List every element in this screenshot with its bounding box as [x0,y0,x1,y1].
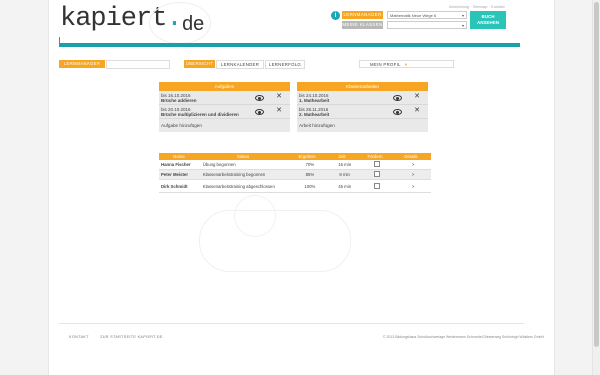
aufgaben-title: Aufgaben [159,82,290,91]
close-icon[interactable]: ✕ [414,93,420,100]
page: kapiert.de Abmeldung · Sitemap · Kontakt… [48,0,555,375]
eye-icon[interactable] [255,95,264,101]
tab-spacer [106,60,170,69]
foerdern-checkbox[interactable] [374,182,381,189]
close-icon[interactable]: ✕ [276,93,282,100]
foerdern-cell [360,182,396,190]
klassenarbeiten-panel: Klassenarbeiten bis 24.10.2016 1. Mathea… [297,82,428,132]
lernmanager-button[interactable]: LERNMANAGER [342,11,383,19]
students-table: Name Status Ergebnis Zeit Fördern Detail… [159,153,431,193]
chevron-down-icon: ▾ [461,13,464,18]
tab-lernerfolg[interactable]: LERNERFOLG [265,60,305,69]
book-select[interactable]: Mathematik Neue Wege 6 ▾ [387,11,467,19]
details-link[interactable]: > [395,172,431,177]
aufgaben-panel: Aufgaben bis 16.10.2016 Brüche addieren … [159,82,290,132]
table-row: Hanna Fischer Übung begonnen 70% 16 min … [159,160,431,170]
student-status: Übung begonnen [202,162,236,167]
close-icon[interactable]: ✕ [414,107,420,114]
page-scrollbar[interactable] [592,0,600,375]
klassenarbeiten-title: Klassenarbeiten [297,82,428,91]
eye-icon[interactable] [393,95,402,101]
startseite-link[interactable]: ZUR STARTSEITE KAPIERT.DE [100,335,163,339]
background-watermark [234,195,276,237]
klassenarbeit-title: 2. Mathearbeit [299,112,330,117]
eye-icon[interactable] [393,109,402,115]
aufgabe-hinzufuegen-link[interactable]: Aufgabe hinzufügen [159,119,290,132]
kontakt-link[interactable]: KONTAKT [69,335,89,339]
chevron-down-icon: ▾ [404,62,408,67]
foerdern-cell [360,171,396,178]
aufgabe-item[interactable]: bis 20.10.2016 Brüche multiplizieren und… [159,105,290,119]
logo-swirl-decoration [149,2,211,44]
close-icon[interactable]: ✕ [276,107,282,114]
tab-lernkalender[interactable]: LERNKALENDER [216,60,264,69]
meine-klassen-button[interactable]: MEINE KLASSEN [342,21,383,29]
top-links[interactable]: Abmeldung · Sitemap · Kontakt [449,4,505,9]
tab-mein-profil[interactable]: MEIN PROFIL ▾ [359,60,454,68]
footer-links: KONTAKT ZUR STARTSEITE KAPIERT.DE [69,335,173,339]
tab-uebersicht[interactable]: ÜBERSICHT [184,60,215,68]
foerdern-cell [360,161,396,168]
student-time: 16 min [338,162,352,167]
klassenarbeit-title: 1. Mathearbeit [299,98,330,103]
buch-ansehen-button[interactable]: BUCH ANSEHEN [470,11,506,29]
student-result: 70% [305,162,315,167]
table-header: Name Status Ergebnis Zeit Fördern Detail… [159,153,431,160]
details-link[interactable]: > [395,184,431,189]
klassenarbeit-item[interactable]: bis 28.11.2016 2. Mathearbeit ✕ [297,105,428,119]
klassenarbeit-item[interactable]: bis 24.10.2016 1. Mathearbeit ✕ [297,91,428,105]
header-ergebnis[interactable]: Ergebnis [287,153,327,160]
class-select[interactable]: ▾ [387,21,467,29]
student-name: Dirk Schmidt [161,183,188,189]
copyright: © 2013 Bildungshaus Schulbuchverlage Wes… [382,335,544,339]
student-time: 45 min [338,183,352,189]
table-row: Peter Meister Klassenarbeitstraining beg… [159,170,431,180]
tab-mein-profil-label: MEIN PROFIL [370,62,401,67]
info-icon[interactable]: i [331,11,340,20]
student-result: 100% [304,183,316,189]
header-foerdern[interactable]: Fördern [357,153,393,160]
student-result: 85% [305,172,315,177]
student-time: 8 min [339,172,350,177]
footer-divider [59,323,524,324]
tab-lernmanager[interactable]: LERNMANAGER [59,60,105,68]
header-zeit[interactable]: Zeit [327,153,357,160]
eye-icon[interactable] [255,109,264,115]
student-status: Klassenarbeitstraining begonnen [202,172,266,177]
header-status[interactable]: Status [199,153,287,160]
foerdern-checkbox[interactable] [374,161,381,167]
arbeit-hinzufuegen-link[interactable]: Arbeit hinzufügen [297,119,428,132]
aufgabe-title: Brüche addieren [161,98,197,103]
chevron-down-icon: ▾ [461,23,464,28]
details-link[interactable]: > [395,162,431,167]
table-row: Dirk Schmidt Klassenarbeitstraining abge… [159,180,431,193]
student-name: Peter Meister [161,172,188,177]
aufgabe-item[interactable]: bis 16.10.2016 Brüche addieren ✕ [159,91,290,105]
student-status: Klassenarbeitstraining abgeschlossen [202,183,275,189]
foerdern-checkbox[interactable] [374,171,381,177]
header-details[interactable]: Details [393,153,429,160]
header-name[interactable]: Name [159,153,199,160]
student-name: Hanna Fischer [161,162,191,167]
book-select-value: Mathematik Neue Wege 6 [390,13,437,18]
scrollbar-thumb[interactable] [594,2,599,347]
aufgabe-title: Brüche multiplizieren und dividieren [161,112,239,117]
header-divider [59,43,520,47]
